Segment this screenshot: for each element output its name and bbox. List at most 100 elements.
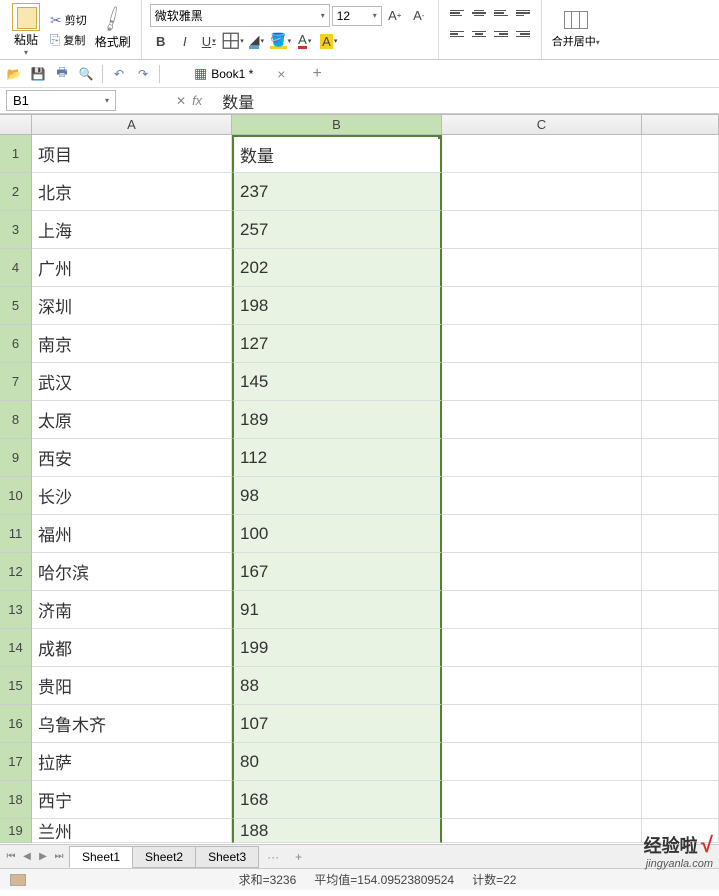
cell[interactable]: 189 [232, 401, 442, 439]
font-name-select[interactable]: 微软雅黑 ▾ [150, 4, 330, 27]
open-button[interactable]: 📂 [4, 64, 24, 84]
cell[interactable]: 198 [232, 287, 442, 325]
undo-button[interactable]: ↶ [109, 64, 129, 84]
cell[interactable] [642, 363, 719, 401]
select-all-corner[interactable] [0, 115, 32, 134]
font-size-select[interactable]: 12 ▾ [332, 6, 382, 26]
copy-button[interactable]: ⎘ 复制 [48, 31, 89, 49]
cell[interactable]: 80 [232, 743, 442, 781]
row-head[interactable]: 8 [0, 401, 32, 439]
cell[interactable] [442, 135, 642, 173]
cell[interactable]: 项目 [32, 135, 232, 173]
col-head-C[interactable]: C [442, 115, 642, 134]
cell[interactable] [442, 553, 642, 591]
cell[interactable]: 贵阳 [32, 667, 232, 705]
cell[interactable] [642, 249, 719, 287]
print-preview-button[interactable]: 🔍 [76, 64, 96, 84]
cell[interactable] [642, 781, 719, 819]
cell[interactable] [442, 173, 642, 211]
cell[interactable]: 武汉 [32, 363, 232, 401]
cell[interactable]: 188 [232, 819, 442, 843]
sheet-nav-last[interactable]: ⏭ [52, 851, 66, 862]
cell[interactable] [442, 515, 642, 553]
cell[interactable] [442, 705, 642, 743]
cell[interactable] [642, 135, 719, 173]
cell[interactable]: 济南 [32, 591, 232, 629]
cell[interactable] [642, 287, 719, 325]
align-left-button[interactable] [447, 25, 467, 43]
row-head[interactable]: 19 [0, 819, 32, 843]
row-head[interactable]: 9 [0, 439, 32, 477]
cell[interactable]: 成都 [32, 629, 232, 667]
align-top-button[interactable] [447, 4, 467, 22]
cell[interactable] [642, 477, 719, 515]
cell[interactable]: 西宁 [32, 781, 232, 819]
cell[interactable]: 长沙 [32, 477, 232, 515]
cell[interactable]: 北京 [32, 173, 232, 211]
row-head[interactable]: 15 [0, 667, 32, 705]
paste-button[interactable]: 粘贴▾ [8, 1, 44, 59]
cell[interactable] [442, 781, 642, 819]
sheet-nav-next[interactable]: ▶ [36, 851, 50, 862]
cell[interactable] [642, 211, 719, 249]
cell[interactable]: 南京 [32, 325, 232, 363]
cell[interactable]: 上海 [32, 211, 232, 249]
cell[interactable] [642, 591, 719, 629]
row-head[interactable]: 11 [0, 515, 32, 553]
align-bottom-button[interactable] [491, 4, 511, 22]
border-button[interactable]: ▾ [222, 30, 244, 52]
cell[interactable] [442, 363, 642, 401]
cell[interactable] [442, 819, 642, 843]
fx-icon[interactable]: fx [192, 93, 202, 108]
row-head[interactable]: 3 [0, 211, 32, 249]
cell[interactable]: 237 [232, 173, 442, 211]
cell[interactable]: 91 [232, 591, 442, 629]
format-painter-button[interactable]: 🖌 格式刷 [93, 8, 133, 51]
cell[interactable] [642, 705, 719, 743]
cell[interactable]: 112 [232, 439, 442, 477]
cell[interactable]: 202 [232, 249, 442, 287]
row-head[interactable]: 16 [0, 705, 32, 743]
col-head-D[interactable] [642, 115, 719, 134]
save-button[interactable]: 💾 [28, 64, 48, 84]
cell[interactable] [442, 249, 642, 287]
cell[interactable] [442, 743, 642, 781]
cell[interactable]: 西安 [32, 439, 232, 477]
cell[interactable]: 145 [232, 363, 442, 401]
highlight-button[interactable]: A▾ [318, 30, 340, 52]
cell[interactable]: 127 [232, 325, 442, 363]
row-head[interactable]: 17 [0, 743, 32, 781]
cell[interactable] [442, 211, 642, 249]
cell[interactable]: 107 [232, 705, 442, 743]
row-head[interactable]: 5 [0, 287, 32, 325]
cell[interactable] [642, 743, 719, 781]
cell[interactable]: 168 [232, 781, 442, 819]
underline-button[interactable]: U▾ [198, 30, 220, 52]
cell[interactable] [442, 401, 642, 439]
cut-button[interactable]: ✂ 剪切 [48, 11, 89, 30]
add-tab-button[interactable]: + [312, 65, 321, 83]
row-head[interactable]: 14 [0, 629, 32, 667]
name-box[interactable]: B1 ▾ [6, 90, 116, 111]
align-right-button[interactable] [491, 25, 511, 43]
cell[interactable]: 乌鲁木齐 [32, 705, 232, 743]
sheet-nav-prev[interactable]: ◀ [20, 851, 34, 862]
row-head[interactable]: 13 [0, 591, 32, 629]
cell[interactable] [442, 439, 642, 477]
close-tab-button[interactable]: × [277, 66, 285, 82]
redo-button[interactable]: ↷ [133, 64, 153, 84]
workbook-tab[interactable]: ▦ Book1 * × [186, 63, 293, 84]
cell[interactable] [642, 325, 719, 363]
cell[interactable]: 深圳 [32, 287, 232, 325]
cell[interactable]: 广州 [32, 249, 232, 287]
decrease-font-button[interactable]: A- [408, 5, 430, 27]
cell[interactable] [642, 667, 719, 705]
print-button[interactable]: 🖶 [52, 64, 72, 84]
cell[interactable]: 88 [232, 667, 442, 705]
cell[interactable]: 100 [232, 515, 442, 553]
increase-font-button[interactable]: A+ [384, 5, 406, 27]
cell[interactable] [642, 515, 719, 553]
cell[interactable]: 太原 [32, 401, 232, 439]
row-head[interactable]: 10 [0, 477, 32, 515]
font-color-button[interactable]: A▾ [294, 30, 316, 52]
